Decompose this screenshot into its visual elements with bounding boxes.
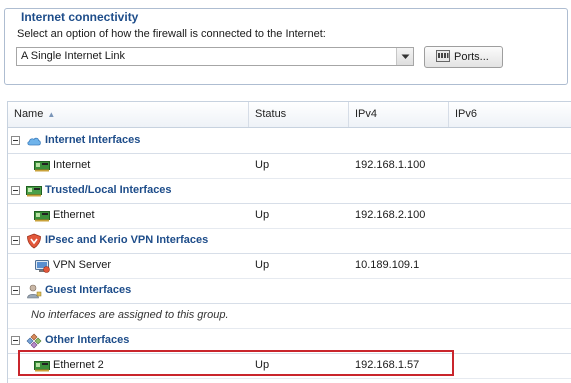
connectivity-prompt: Select an option of how the firewall is … (17, 28, 326, 40)
interface-status: Up (255, 159, 270, 171)
group-internet-interfaces[interactable]: Internet Interfaces (8, 129, 571, 154)
ports-button-label: Ports... (454, 51, 489, 63)
group-title: Internet Interfaces (45, 134, 141, 146)
vpn-shield-icon (26, 233, 42, 249)
network-card-icon (34, 209, 50, 223)
empty-group-row: No interfaces are assigned to this group… (8, 304, 571, 329)
network-card-icon (34, 159, 50, 173)
chevron-down-icon[interactable] (396, 48, 413, 65)
column-header-ipv4[interactable]: IPv4 (349, 102, 449, 127)
ports-button[interactable]: Ports... (424, 46, 503, 68)
groupbox-title: Internet connectivity (17, 10, 143, 24)
collapse-toggle[interactable] (11, 236, 20, 245)
interface-ipv4: 192.168.2.100 (355, 209, 426, 221)
column-header-name[interactable]: Name ▲ (8, 102, 249, 127)
interface-ipv4: 10.189.109.1 (355, 259, 420, 271)
group-title: IPsec and Kerio VPN Interfaces (45, 234, 209, 246)
interface-name: Ethernet (53, 209, 95, 221)
table-row[interactable]: Internet Up 192.168.1.100 (8, 154, 571, 179)
column-header-name-label: Name (14, 108, 44, 120)
network-card-icon (26, 183, 42, 199)
collapse-toggle[interactable] (11, 336, 20, 345)
firewall-interfaces-page: Internet connectivity Select an option o… (0, 0, 571, 383)
collapse-toggle[interactable] (11, 186, 20, 195)
vpn-server-icon (34, 259, 50, 273)
guest-user-icon (26, 283, 42, 299)
group-vpn-interfaces[interactable]: IPsec and Kerio VPN Interfaces (8, 229, 571, 254)
empty-group-note: No interfaces are assigned to this group… (31, 309, 229, 321)
cloud-icon (26, 133, 42, 149)
collapse-toggle[interactable] (11, 136, 20, 145)
grid-header: Name ▲ Status IPv4 IPv6 (8, 102, 571, 128)
group-title: Trusted/Local Interfaces (45, 184, 172, 196)
group-title: Guest Interfaces (45, 284, 132, 296)
collapse-toggle[interactable] (11, 286, 20, 295)
interface-ipv4: 192.168.1.100 (355, 159, 426, 171)
column-header-status[interactable]: Status (249, 102, 349, 127)
group-trusted-local-interfaces[interactable]: Trusted/Local Interfaces (8, 179, 571, 204)
interface-name: VPN Server (53, 259, 112, 271)
diamonds-icon (26, 333, 42, 349)
interface-name: Internet (53, 159, 91, 171)
column-header-status-label: Status (255, 108, 287, 120)
column-header-ipv6[interactable]: IPv6 (449, 102, 571, 127)
group-title: Other Interfaces (45, 334, 130, 346)
connectivity-select-value: A Single Internet Link (21, 50, 125, 62)
interface-status: Up (255, 209, 270, 221)
table-row[interactable]: VPN Server Up 10.189.109.1 (8, 254, 571, 279)
interfaces-grid: Name ▲ Status IPv4 IPv6 Internet Interfac… (7, 101, 571, 383)
highlight-box (18, 350, 454, 376)
column-header-ipv6-label: IPv6 (455, 108, 478, 120)
sort-ascending-icon: ▲ (47, 110, 56, 119)
table-row[interactable]: Ethernet Up 192.168.2.100 (8, 204, 571, 229)
group-guest-interfaces[interactable]: Guest Interfaces (8, 279, 571, 304)
ports-icon (436, 49, 450, 65)
connectivity-select[interactable]: A Single Internet Link (16, 47, 414, 66)
interface-status: Up (255, 259, 270, 271)
column-header-ipv4-label: IPv4 (355, 108, 378, 120)
